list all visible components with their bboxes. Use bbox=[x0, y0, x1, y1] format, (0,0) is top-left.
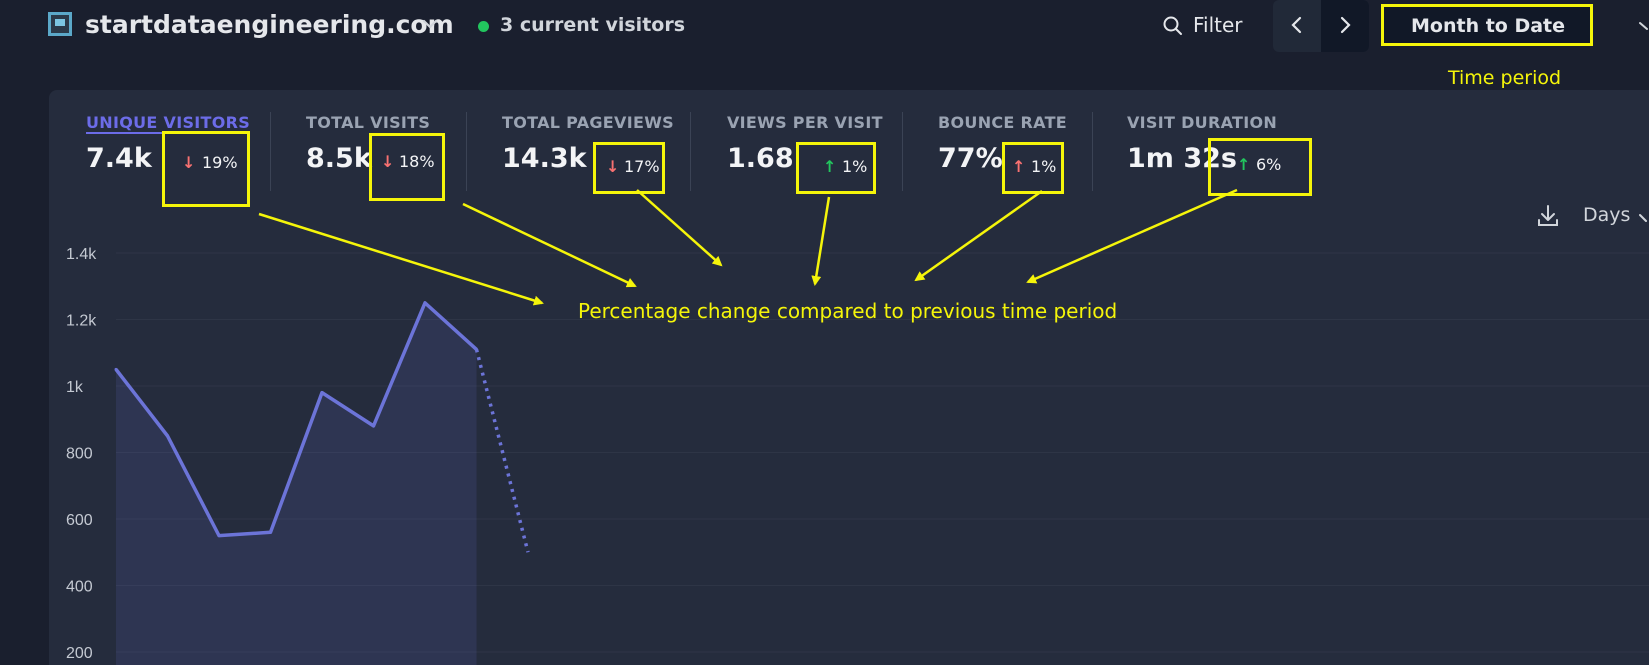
data-point bbox=[372, 424, 375, 428]
data-point bbox=[475, 347, 478, 351]
data-point bbox=[269, 530, 272, 534]
data-point bbox=[423, 301, 427, 305]
y-tick-label: 400 bbox=[66, 579, 93, 596]
data-point bbox=[320, 391, 324, 395]
y-tick-label: 600 bbox=[66, 512, 93, 529]
y-tick-label: 1k bbox=[66, 379, 84, 396]
series-line-projection bbox=[474, 348, 530, 553]
y-tick-label: 1.4k bbox=[66, 246, 97, 263]
data-point bbox=[217, 534, 221, 538]
visitors-line-chart: 1.4k 1.2k 1k 800 600 400 200 bbox=[66, 246, 1649, 665]
series-area bbox=[116, 302, 477, 665]
y-tick-label: 200 bbox=[66, 645, 93, 662]
data-point bbox=[166, 434, 169, 438]
annotation-text: Percentage change compared to previous t… bbox=[578, 299, 1118, 323]
y-tick-label: 800 bbox=[66, 446, 93, 463]
y-tick-label: 1.2k bbox=[66, 313, 97, 330]
data-point bbox=[114, 367, 118, 371]
